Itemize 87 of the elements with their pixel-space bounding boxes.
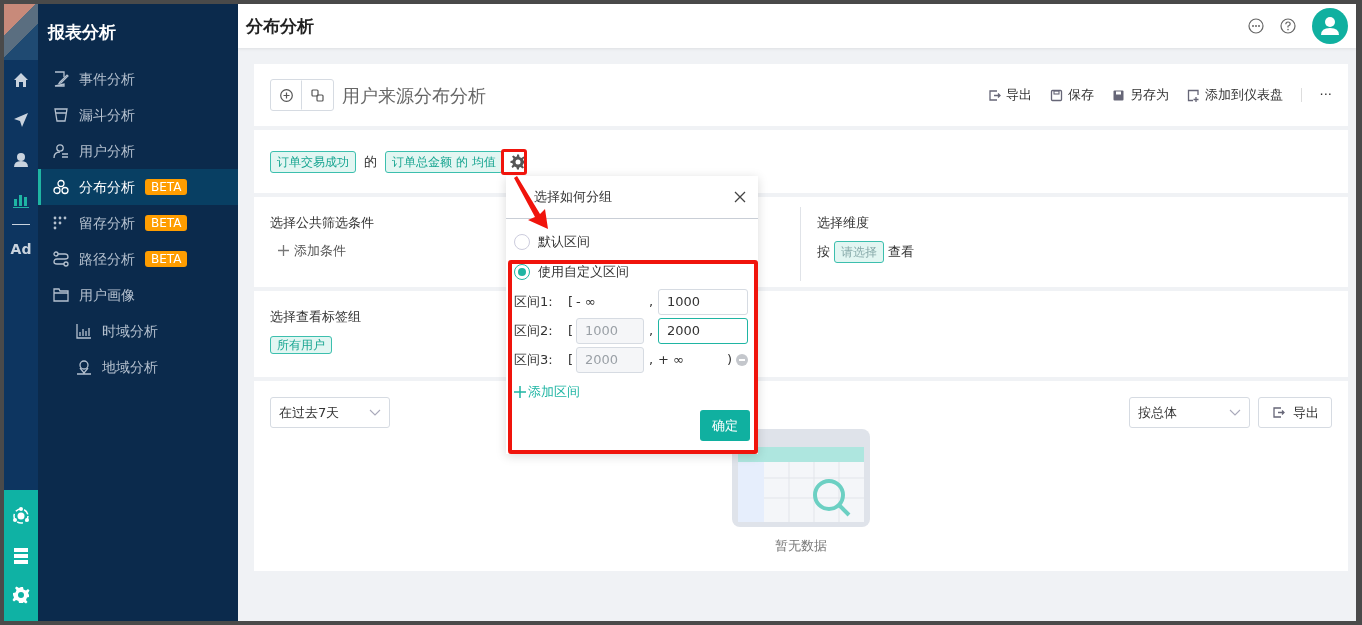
bracket-text: [ [568, 350, 575, 369]
section-title: 选择公共筛选条件 [270, 214, 375, 232]
highlight-frame [501, 149, 527, 175]
network-icon [12, 506, 30, 525]
group-by-select[interactable]: 按总体 [1129, 397, 1250, 428]
bar-chart-icon [76, 323, 92, 339]
page-title: 分布分析 [246, 15, 315, 37]
sidebar-item[interactable]: 用户画像 [38, 277, 238, 313]
user-list-icon [53, 143, 69, 159]
bound-text: - ∞ [576, 292, 596, 311]
suffix-text: 查看 [888, 242, 914, 261]
avatar-icon[interactable] [1312, 8, 1348, 44]
add-dashboard-icon [1186, 88, 1200, 102]
export-icon [987, 88, 1001, 102]
settings-icon [12, 586, 30, 605]
path-icon [53, 251, 69, 267]
save-as-icon [1111, 88, 1125, 102]
radio-button[interactable] [514, 234, 530, 250]
funnel-icon [53, 107, 69, 123]
interval-label: 区间2: [514, 321, 554, 340]
server-icon [12, 546, 30, 565]
caret-icon [369, 409, 381, 416]
report-title: 用户来源分布分析 [342, 83, 487, 108]
home-icon [13, 72, 29, 88]
toolbar-button[interactable]: 添加到仪表盘 [1186, 85, 1283, 105]
help-icon[interactable] [1280, 18, 1296, 34]
export-button[interactable]: 导出 [1258, 397, 1332, 428]
export-icon [1271, 406, 1285, 419]
beta-badge: BETA [145, 251, 188, 267]
separator-text: , [647, 350, 655, 369]
toolbar-button[interactable]: 另存为 [1111, 85, 1169, 105]
close-button[interactable] [734, 191, 746, 203]
bracket-text: [ [568, 292, 575, 311]
user-icon [13, 152, 29, 168]
radio-option[interactable]: 使用自定义区间 [514, 261, 629, 283]
bracket-text: [ [568, 321, 575, 340]
date-range-select[interactable]: 在过去7天 [270, 397, 390, 428]
map-pin-icon [76, 359, 92, 375]
beta-badge: BETA [145, 215, 188, 231]
separator-text: , [647, 292, 655, 311]
interval-input[interactable]: 2000 [658, 317, 748, 344]
chat-icon[interactable] [1248, 18, 1264, 34]
beta-badge: BETA [145, 179, 188, 195]
app-title: 报表分析 [46, 20, 117, 44]
radio-option[interactable]: 默认区间 [514, 231, 590, 253]
interval-label: 区间3: [514, 350, 554, 369]
edit-note-icon [53, 71, 69, 87]
dot-grid-icon [53, 215, 69, 231]
separator-text: , [647, 321, 655, 340]
add-condition-button[interactable]: 添加条件 [278, 240, 346, 260]
circles-icon [53, 179, 69, 195]
toolbar-button[interactable]: 导出 [987, 85, 1032, 105]
bracket-text: ) [726, 350, 732, 369]
save-icon [1049, 88, 1063, 102]
close-icon [734, 191, 746, 203]
interval-input[interactable]: 1000 [658, 288, 748, 315]
more-button[interactable]: ··· [1319, 85, 1332, 105]
settings-icon[interactable] [509, 153, 526, 170]
interval-input: 2000 [576, 346, 644, 373]
bar-chart-icon [13, 192, 29, 208]
folder-icon [53, 287, 69, 303]
plus-circle-icon [280, 88, 293, 102]
connector-text: 的 [364, 152, 377, 171]
popup-title: 选择如何分组 [534, 188, 612, 207]
sidebar-item[interactable]: 路径分析 BETA [38, 241, 238, 277]
section-title: 选择维度 [817, 214, 870, 232]
section-title: 选择查看标签组 [270, 308, 362, 326]
caret-icon [1229, 409, 1241, 416]
sidebar-item[interactable]: 时域分析 [38, 313, 238, 349]
interval-label: 区间1: [514, 292, 554, 311]
empty-state-text: 暂无数据 [775, 537, 827, 555]
plus-icon [278, 244, 289, 256]
sidebar-item[interactable]: 漏斗分析 [38, 97, 238, 133]
sidebar-item[interactable]: 分布分析 BETA [38, 169, 238, 205]
ad-nav-button[interactable]: Ad [4, 229, 38, 269]
prefix-text: 按 [817, 242, 830, 261]
sidebar-item[interactable]: 留存分析 BETA [38, 205, 238, 241]
sidebar-item[interactable]: 地域分析 [38, 349, 238, 385]
radio-button[interactable] [514, 264, 530, 280]
sidebar-item[interactable]: 事件分析 [38, 61, 238, 97]
sidebar-item[interactable]: 用户分析 [38, 133, 238, 169]
toolbar-button[interactable]: 保存 [1049, 85, 1094, 105]
plus-icon [514, 385, 526, 398]
paper-plane-icon [13, 112, 29, 128]
logo-placeholder [4, 4, 38, 60]
bound-text: + ∞ [658, 350, 684, 369]
interval-input: 1000 [576, 317, 644, 344]
